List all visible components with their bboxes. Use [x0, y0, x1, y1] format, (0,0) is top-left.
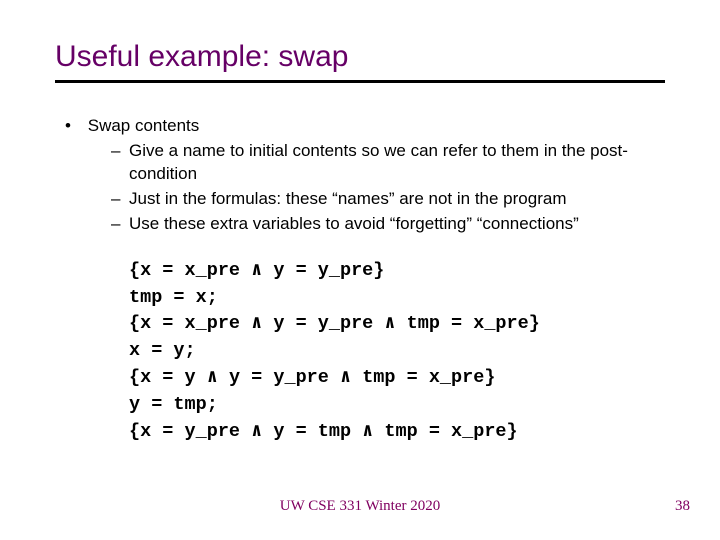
sub-bullet: Give a name to initial contents so we ca…: [111, 140, 675, 186]
slide: Useful example: swap Swap contents Give …: [0, 0, 720, 540]
code-block: {x = x_pre ∧ y = y_pre} tmp = x; {x = x_…: [129, 258, 675, 446]
title-block: Useful example: swap: [0, 0, 720, 83]
sub-bullet-text: Use these extra variables to avoid “forg…: [129, 214, 579, 233]
slide-body: Swap contents Give a name to initial con…: [0, 83, 720, 445]
bullet-main: Swap contents Give a name to initial con…: [65, 115, 675, 236]
sub-bullet: Just in the formulas: these “names” are …: [111, 188, 675, 211]
sub-bullet-text: Give a name to initial contents so we ca…: [129, 141, 628, 183]
page-number: 38: [675, 498, 690, 515]
footer-course: UW CSE 331 Winter 2020: [0, 498, 720, 515]
footer: UW CSE 331 Winter 2020 38: [0, 498, 720, 518]
sub-bullet: Use these extra variables to avoid “forg…: [111, 213, 675, 236]
bullet-list: Swap contents Give a name to initial con…: [65, 115, 675, 236]
sub-bullet-text: Just in the formulas: these “names” are …: [129, 189, 566, 208]
slide-title: Useful example: swap: [55, 40, 665, 74]
bullet-main-text: Swap contents: [88, 116, 200, 135]
sub-bullet-list: Give a name to initial contents so we ca…: [83, 140, 675, 236]
